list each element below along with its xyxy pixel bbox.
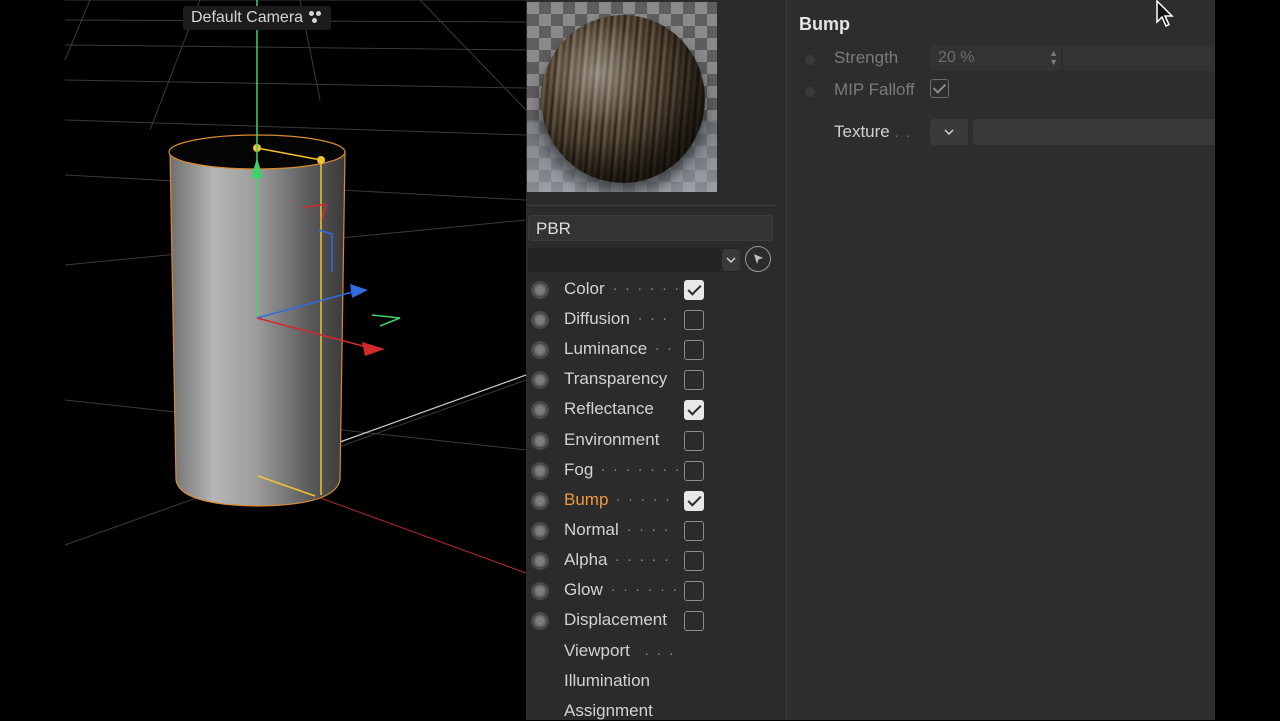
channel-toggle-icon[interactable] — [531, 281, 549, 299]
texture-field[interactable] — [973, 119, 1216, 145]
channel-checkbox[interactable] — [684, 370, 704, 391]
channel-row-luminance[interactable]: Luminance . . — [526, 335, 781, 365]
strength-label: Strength — [834, 48, 899, 67]
leader-dots: . . . . . . . — [601, 457, 678, 475]
channel-checkbox[interactable] — [684, 430, 704, 451]
leader-dots: . . . . . — [627, 517, 678, 535]
spinner-icon[interactable]: ▲ ▼ — [1049, 49, 1058, 67]
mip-falloff-row: MIP Falloff — [787, 77, 1216, 105]
strength-value: 20 % — [938, 49, 975, 66]
channel-row-glow[interactable]: Glow . . . . . . . — [526, 576, 781, 606]
channel-toggle-icon[interactable] — [531, 551, 549, 570]
material-name-field[interactable]: PBR — [528, 215, 773, 241]
window-edge — [1215, 0, 1280, 720]
material-sphere — [541, 15, 705, 183]
channel-toggle-icon[interactable] — [531, 491, 549, 510]
channel-toggle-icon[interactable] — [531, 401, 549, 420]
channel-label[interactable]: Bump — [564, 490, 608, 510]
channel-checkbox[interactable] — [684, 490, 704, 511]
channel-checkbox[interactable] — [684, 400, 704, 421]
leader-dots: . . — [655, 337, 674, 355]
leader-dots: . . . — [638, 307, 669, 325]
channel-label[interactable]: Fog — [564, 460, 593, 480]
leader-dots: . . . . . . — [616, 487, 678, 505]
channel-row-reflectance[interactable]: Reflectance — [526, 395, 781, 425]
channel-checkbox[interactable] — [684, 310, 704, 331]
channel-row-normal[interactable]: Normal . . . . . — [526, 516, 781, 546]
channel-checkbox[interactable] — [684, 460, 704, 481]
keyframe-dot[interactable] — [805, 55, 815, 65]
leader-dots: . . . . . . — [615, 547, 678, 565]
channel-toggle-icon[interactable] — [531, 582, 549, 600]
pick-cursor-icon[interactable] — [745, 246, 771, 272]
divider — [526, 205, 776, 206]
channel-label[interactable]: Reflectance — [564, 399, 654, 419]
viewport-item-label: Viewport — [564, 641, 630, 660]
texture-menu-button[interactable] — [930, 119, 968, 145]
section-title: Bump — [799, 14, 850, 34]
channel-row-fog[interactable]: Fog . . . . . . . — [526, 456, 781, 486]
channel-label[interactable]: Color — [564, 279, 605, 299]
layer-dropdown[interactable] — [528, 248, 740, 272]
channel-row-environment[interactable]: Environment — [526, 426, 781, 456]
channel-row-color[interactable]: Color . . . . . . — [526, 275, 781, 305]
leader-dots: . . — [894, 124, 913, 140]
channel-label[interactable]: Glow — [564, 580, 603, 600]
channel-toggle-icon[interactable] — [531, 431, 549, 450]
channel-checkbox[interactable] — [684, 280, 704, 300]
channel-row-transparency[interactable]: Transparency — [526, 365, 781, 395]
channel-label[interactable]: Normal — [564, 520, 619, 540]
texture-row: Texture . . — [787, 119, 1216, 147]
channel-toggle-icon[interactable] — [531, 371, 549, 390]
camera-icon — [309, 11, 323, 25]
attributes-panel: Bump Strength 20 % ▲ ▼ MIP Falloff Textur… — [786, 0, 1216, 720]
channel-toggle-icon[interactable] — [531, 311, 549, 330]
texture-label-text: Texture — [834, 122, 890, 141]
x-axis-line — [314, 495, 526, 574]
channel-toggle-icon[interactable] — [531, 341, 549, 360]
channel-label[interactable]: Displacement — [564, 610, 667, 630]
assignment-item[interactable]: Assignment — [564, 701, 653, 721]
leader-dots: . . . . . . — [613, 277, 678, 294]
chevron-down-icon — [944, 128, 954, 135]
channel-checkbox[interactable] — [684, 581, 704, 601]
channel-checkbox[interactable] — [684, 550, 704, 571]
mip-falloff-label: MIP Falloff — [834, 80, 915, 99]
channel-row-displacement[interactable]: Displacement — [526, 606, 781, 636]
material-panel: PBR Color . . . . . . Diffusion . . . Lumina… — [526, 0, 786, 720]
channel-toggle-icon[interactable] — [531, 612, 549, 631]
camera-label: Default Camera — [191, 9, 304, 26]
material-preview[interactable] — [527, 2, 717, 192]
channel-toggle-icon[interactable] — [531, 461, 549, 480]
mouse-cursor-icon — [1156, 0, 1174, 28]
camera-menu[interactable]: Default Camera — [183, 6, 332, 30]
world-axis-line — [339, 374, 526, 443]
texture-label: Texture . . — [834, 122, 912, 142]
illumination-item[interactable]: Illumination — [564, 671, 650, 691]
channel-label[interactable]: Luminance — [564, 339, 647, 359]
3d-viewport[interactable]: Default Camera — [0, 0, 526, 720]
leader-dots: . . . — [644, 642, 676, 659]
channel-label[interactable]: Transparency — [564, 369, 667, 389]
channel-label[interactable]: Environment — [564, 430, 659, 450]
strength-slider[interactable] — [1063, 45, 1216, 71]
channel-toggle-icon[interactable] — [531, 521, 549, 540]
keyframe-dot[interactable] — [805, 87, 815, 97]
channel-label[interactable]: Alpha — [564, 550, 607, 570]
chevron-down-icon[interactable] — [722, 249, 740, 271]
viewport-item[interactable]: Viewport . . . — [564, 641, 673, 661]
mip-falloff-checkbox[interactable] — [930, 79, 949, 98]
channel-row-diffusion[interactable]: Diffusion . . . — [526, 305, 781, 335]
channel-row-bump[interactable]: Bump . . . . . . — [526, 486, 781, 516]
strength-row: Strength 20 % ▲ ▼ — [787, 45, 1216, 73]
leader-dots: . . . . . . . — [611, 578, 678, 595]
channel-checkbox[interactable] — [684, 611, 704, 632]
channel-checkbox[interactable] — [684, 520, 704, 541]
handle-point[interactable] — [317, 156, 325, 164]
strength-input[interactable]: 20 % ▲ ▼ — [930, 45, 1061, 71]
channel-checkbox[interactable] — [684, 340, 704, 361]
channel-row-alpha[interactable]: Alpha . . . . . . — [526, 546, 781, 576]
viewport-scene — [64, 0, 526, 574]
channel-label[interactable]: Diffusion — [564, 309, 630, 329]
